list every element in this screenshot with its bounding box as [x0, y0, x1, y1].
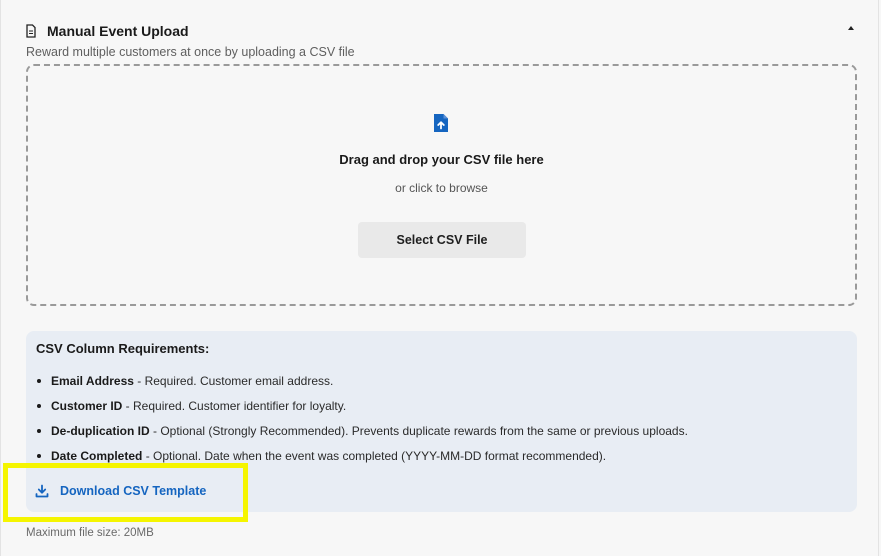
csv-dropzone[interactable]: Drag and drop your CSV file here or clic…	[26, 64, 857, 306]
select-csv-file-button[interactable]: Select CSV File	[358, 222, 526, 258]
requirements-title: CSV Column Requirements:	[36, 341, 210, 356]
dropzone-subtitle: or click to browse	[395, 181, 488, 195]
column-name: De-duplication ID	[51, 424, 150, 438]
chevron-up-icon[interactable]	[848, 26, 854, 30]
download-csv-template-label: Download CSV Template	[60, 484, 207, 498]
document-icon	[26, 24, 36, 38]
file-upload-icon	[434, 114, 448, 132]
max-file-size-note: Maximum file size: 20MB	[26, 527, 154, 539]
list-item: Email Address - Required. Customer email…	[36, 371, 688, 396]
column-description: - Required. Customer email address.	[133, 374, 334, 388]
column-description: - Optional (Strongly Recommended). Preve…	[149, 424, 688, 438]
column-name: Customer ID	[51, 399, 123, 413]
list-item: De-duplication ID - Optional (Strongly R…	[36, 421, 688, 446]
column-name: Date Completed	[51, 449, 143, 463]
section-header[interactable]: Manual Event Upload	[25, 21, 189, 41]
list-item: Customer ID - Required. Customer identif…	[36, 396, 688, 421]
list-item: Date Completed - Optional. Date when the…	[36, 446, 688, 471]
manual-event-upload-card: Manual Event Upload Reward multiple cust…	[0, 0, 879, 556]
column-name: Email Address	[51, 374, 134, 388]
dropzone-title: Drag and drop your CSV file here	[339, 152, 544, 167]
download-icon	[35, 484, 49, 498]
requirements-list: Email Address - Required. Customer email…	[36, 371, 688, 471]
section-subtitle: Reward multiple customers at once by upl…	[26, 45, 355, 59]
column-description: - Required. Customer identifier for loya…	[122, 399, 347, 413]
download-csv-template-button[interactable]: Download CSV Template	[35, 482, 206, 500]
column-description: - Optional. Date when the event was comp…	[142, 449, 607, 463]
section-title: Manual Event Upload	[47, 23, 189, 39]
